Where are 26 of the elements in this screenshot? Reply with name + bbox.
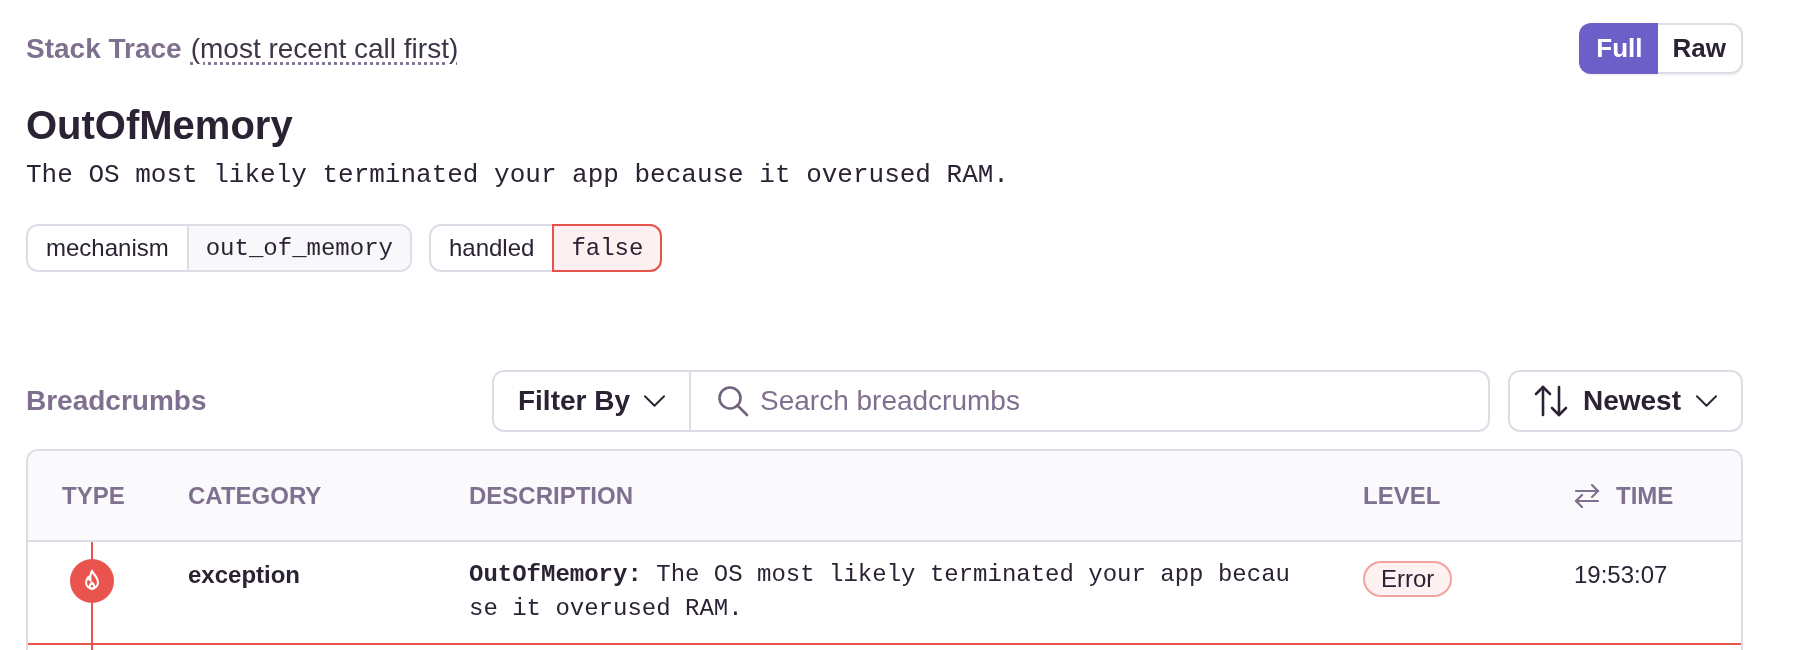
sort-button[interactable]: Newest: [1508, 370, 1743, 432]
tag-value: false: [552, 224, 663, 272]
column-header: TIME: [1616, 480, 1674, 511]
chevron-down-icon: [1696, 395, 1717, 407]
category-text: exception: [188, 560, 301, 590]
description-text: OutOfMemory: The OS most likely terminated your app because it overused RAM.: [469, 560, 1291, 624]
view-toggle-button[interactable]: Raw: [1657, 23, 1743, 74]
column-header: CATEGORY: [188, 480, 322, 511]
severity-badge: Error: [1363, 561, 1453, 597]
time-text: 19:53:07: [1574, 560, 1668, 590]
section-title: Stack Trace: [26, 31, 182, 66]
search-field[interactable]: Search breadcrumbs: [691, 370, 1490, 432]
exception-message: The OS most likely terminated your app because it overused RAM.: [26, 159, 1010, 192]
chevron-down-icon: [644, 395, 665, 407]
exception-title: OutOfMemory: [26, 102, 294, 149]
order-note: (most recent call first): [190, 31, 459, 66]
view-toggle-button[interactable]: Full: [1579, 23, 1658, 74]
column-header: DESCRIPTION: [469, 480, 633, 511]
sort-arrows-icon: [1533, 385, 1568, 417]
search-icon: [717, 385, 749, 417]
section-title: Breadcrumbs: [26, 384, 207, 418]
tag-value: out_of_memory: [188, 226, 410, 270]
column-header: TYPE: [62, 480, 125, 511]
filter-button[interactable]: Filter By: [492, 370, 691, 432]
swap-arrows-icon[interactable]: [1574, 483, 1600, 508]
column-header: LEVEL: [1363, 480, 1441, 511]
